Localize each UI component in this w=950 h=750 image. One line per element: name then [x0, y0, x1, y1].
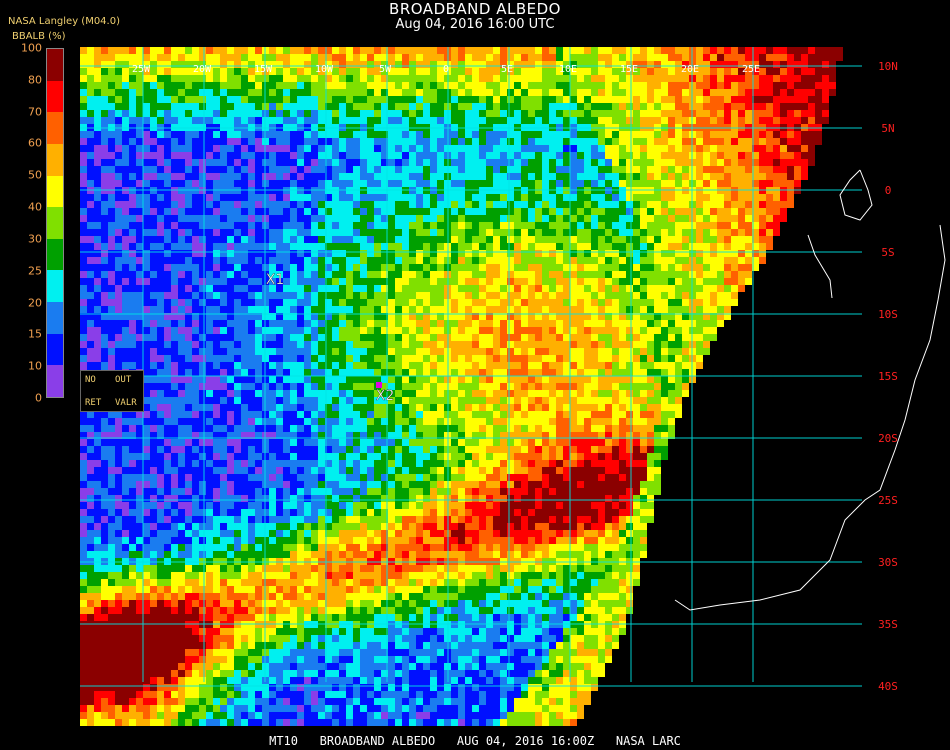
latitude-label: 0 — [885, 184, 892, 197]
marker-x1: X1 — [266, 272, 285, 288]
latitude-label: 10N — [878, 60, 898, 73]
latitude-label: 10S — [878, 308, 898, 321]
latitude-label: 30S — [878, 556, 898, 569]
longitude-label: 20E — [681, 64, 699, 75]
longitude-label: 25W — [132, 64, 151, 75]
lake-outline — [807, 234, 833, 299]
legend-out: OUT — [115, 375, 132, 385]
legend-no: NO — [85, 375, 96, 385]
latitude-label: 25S — [878, 494, 898, 507]
latitude-label: 35S — [878, 618, 898, 631]
latitude-label: 5N — [881, 122, 894, 135]
legend-valr: VALR — [115, 398, 137, 408]
legend-box: NO OUT RET VALR — [80, 370, 144, 412]
longitude-label: 5W — [379, 64, 392, 75]
longitude-label: 20W — [193, 64, 212, 75]
coastline — [839, 169, 873, 221]
longitude-label: 25E — [742, 64, 760, 75]
latitude-label: 40S — [878, 680, 898, 693]
longitude-label: 15W — [254, 64, 273, 75]
latitude-label: 5S — [881, 246, 894, 259]
latitude-label: 20S — [878, 432, 898, 445]
longitude-label: 5E — [501, 64, 513, 75]
marker-label: X1 — [266, 272, 285, 288]
latitude-label: 15S — [878, 370, 898, 383]
legend-ret: RET — [85, 398, 102, 408]
footer-caption: MT10 BROADBAND ALBEDO AUG 04, 2016 16:00… — [269, 734, 681, 748]
longitude-label: 10E — [559, 64, 577, 75]
longitude-label: 15E — [620, 64, 638, 75]
longitude-label: 0 — [443, 64, 449, 75]
marker-label: X2 — [376, 388, 395, 404]
longitude-label: 10W — [315, 64, 334, 75]
